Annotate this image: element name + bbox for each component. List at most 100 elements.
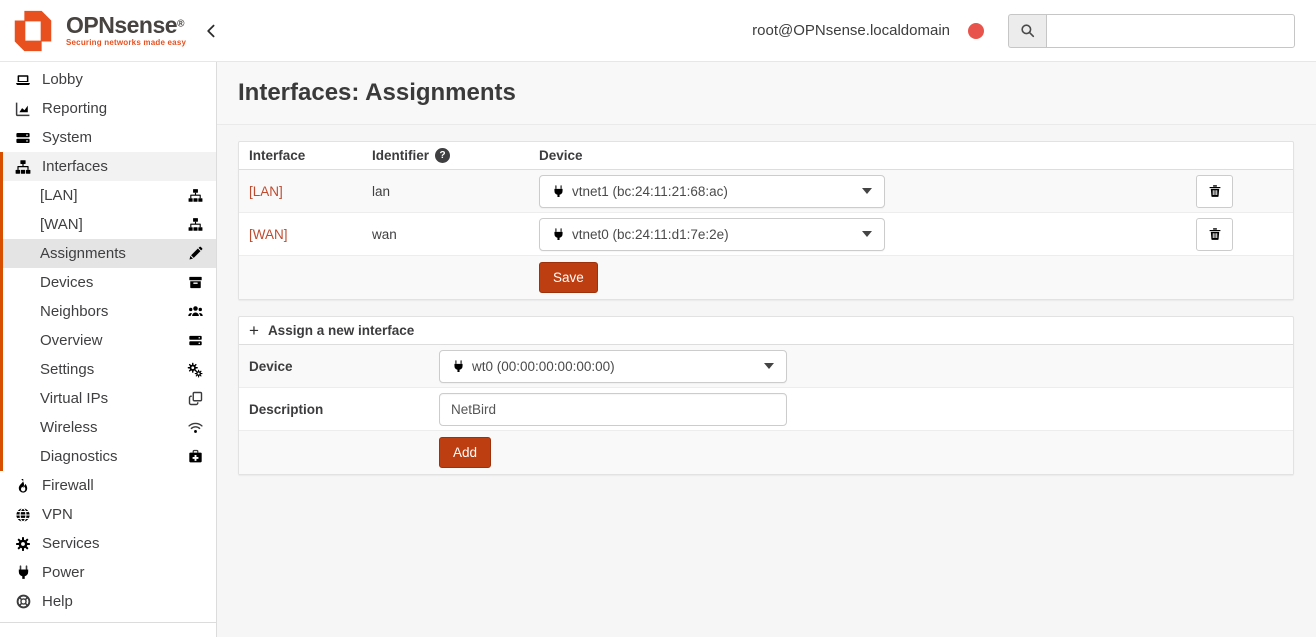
wan-interface-link[interactable]: [WAN] (249, 227, 372, 242)
sidebar-collapse-icon[interactable] (203, 23, 219, 39)
sidebar-item-reporting[interactable]: Reporting (0, 94, 216, 123)
fire-icon (13, 478, 33, 494)
sidebar: Lobby Reporting System Interfaces [LAN] … (0, 62, 217, 637)
pencil-icon (188, 246, 203, 261)
sidebar-item-label: VPN (42, 506, 73, 523)
sidebar-item-label: Overview (40, 332, 103, 349)
table-row: [WAN] wan vtnet0 (bc:24:11:d1:7e:2e) (239, 213, 1293, 256)
sidebar-divider (0, 622, 216, 623)
sidebar-item-label: Neighbors (40, 303, 108, 320)
sidebar-item-label: Virtual IPs (40, 390, 108, 407)
caret-down-icon (862, 231, 872, 237)
sidebar-item-label: Services (42, 535, 100, 552)
sidebar-item-label: Power (42, 564, 85, 581)
wifi-icon (188, 420, 203, 435)
table-row: [LAN] lan vtnet1 (bc:24:11:21:68:ac) (239, 170, 1293, 213)
plug-icon (552, 185, 565, 198)
plus-icon: + (249, 321, 259, 341)
sidebar-item-devices[interactable]: Devices (3, 268, 216, 297)
table-header-row: Interface Identifier ? Device (239, 142, 1293, 170)
trash-icon (1208, 227, 1222, 241)
sidebar-item-label: Lobby (42, 71, 83, 88)
sitemap-icon (188, 188, 203, 203)
opnsense-logo[interactable]: OPNsense® Securing networks made easy (8, 7, 186, 55)
sidebar-item-neighbors[interactable]: Neighbors (3, 297, 216, 326)
life-ring-icon (13, 594, 33, 609)
search-box (1008, 14, 1295, 48)
new-interface-title: Assign a new interface (268, 323, 414, 338)
sitemap-icon (13, 159, 33, 175)
selected-device: wt0 (00:00:00:00:00:00) (472, 359, 615, 374)
delete-wan-button[interactable] (1196, 218, 1233, 251)
laptop-icon (13, 72, 33, 88)
status-indicator-dot (968, 23, 984, 39)
sidebar-item-lobby[interactable]: Lobby (0, 65, 216, 94)
sidebar-item-lan[interactable]: [LAN] (3, 181, 216, 210)
save-button[interactable]: Save (539, 262, 598, 293)
caret-down-icon (862, 188, 872, 194)
column-header-device: Device (539, 148, 1196, 163)
registered-mark: ® (177, 19, 184, 30)
sidebar-item-system[interactable]: System (0, 123, 216, 152)
sidebar-item-label: System (42, 129, 92, 146)
gears-icon (187, 362, 203, 378)
plug-icon (452, 360, 465, 373)
sidebar-item-label: Settings (40, 361, 94, 378)
add-button[interactable]: Add (439, 437, 491, 468)
users-icon (188, 304, 203, 319)
server-icon (13, 130, 33, 146)
sidebar-item-wireless[interactable]: Wireless (3, 413, 216, 442)
lan-device-select[interactable]: vtnet1 (bc:24:11:21:68:ac) (539, 175, 885, 208)
description-input[interactable] (439, 393, 787, 426)
interfaces-branch: Interfaces [LAN] [WAN] Assignments Devic… (0, 152, 216, 471)
sidebar-item-wan[interactable]: [WAN] (3, 210, 216, 239)
identifier-help-icon[interactable]: ? (435, 148, 450, 163)
plug-icon (13, 565, 33, 580)
sidebar-item-vpn[interactable]: VPN (0, 500, 216, 529)
brand-name: OPNsense (66, 12, 177, 38)
opnsense-logo-mark (8, 7, 58, 55)
selected-device: vtnet1 (bc:24:11:21:68:ac) (572, 184, 728, 199)
sidebar-item-label: Assignments (40, 245, 126, 262)
sidebar-item-interfaces[interactable]: Interfaces (3, 152, 216, 181)
sidebar-item-virtual-ips[interactable]: Virtual IPs (3, 384, 216, 413)
new-interface-panel: + Assign a new interface Device wt0 (00:… (238, 316, 1294, 475)
plug-icon (552, 228, 565, 241)
globe-icon (13, 507, 33, 523)
column-header-identifier: Identifier (372, 148, 429, 163)
identifier-value: wan (372, 227, 539, 242)
sidebar-item-label: Diagnostics (40, 448, 118, 465)
logged-in-user: root@OPNsense.localdomain (752, 22, 950, 39)
wan-device-select[interactable]: vtnet0 (bc:24:11:d1:7e:2e) (539, 218, 885, 251)
sidebar-item-settings[interactable]: Settings (3, 355, 216, 384)
delete-lan-button[interactable] (1196, 175, 1233, 208)
sidebar-item-diagnostics[interactable]: Diagnostics (3, 442, 216, 471)
search-icon[interactable] (1008, 14, 1046, 48)
sidebar-item-label: [WAN] (40, 216, 83, 233)
device-label: Device (249, 359, 439, 374)
sidebar-item-services[interactable]: Services (0, 529, 216, 558)
sidebar-item-label: Reporting (42, 100, 107, 117)
page-title: Interfaces: Assignments (238, 79, 516, 107)
area-chart-icon (13, 101, 33, 117)
sidebar-item-label: [LAN] (40, 187, 78, 204)
description-label: Description (249, 402, 439, 417)
gear-icon (13, 536, 33, 552)
search-input[interactable] (1046, 14, 1295, 48)
column-header-interface: Interface (249, 148, 372, 163)
sidebar-item-help[interactable]: Help (0, 587, 216, 616)
sidebar-item-label: Interfaces (42, 158, 108, 175)
clone-icon (188, 391, 203, 406)
sidebar-item-label: Firewall (42, 477, 94, 494)
sidebar-item-firewall[interactable]: Firewall (0, 471, 216, 500)
caret-down-icon (764, 363, 774, 369)
selected-device: vtnet0 (bc:24:11:d1:7e:2e) (572, 227, 729, 242)
identifier-value: lan (372, 184, 539, 199)
sidebar-item-power[interactable]: Power (0, 558, 216, 587)
sidebar-item-overview[interactable]: Overview (3, 326, 216, 355)
lan-interface-link[interactable]: [LAN] (249, 184, 372, 199)
main-content: Interfaces: Assignments Interface Identi… (217, 62, 1316, 637)
assignments-panel: Interface Identifier ? Device [LAN] lan … (238, 141, 1294, 300)
sidebar-item-assignments[interactable]: Assignments (3, 239, 216, 268)
new-device-select[interactable]: wt0 (00:00:00:00:00:00) (439, 350, 787, 383)
